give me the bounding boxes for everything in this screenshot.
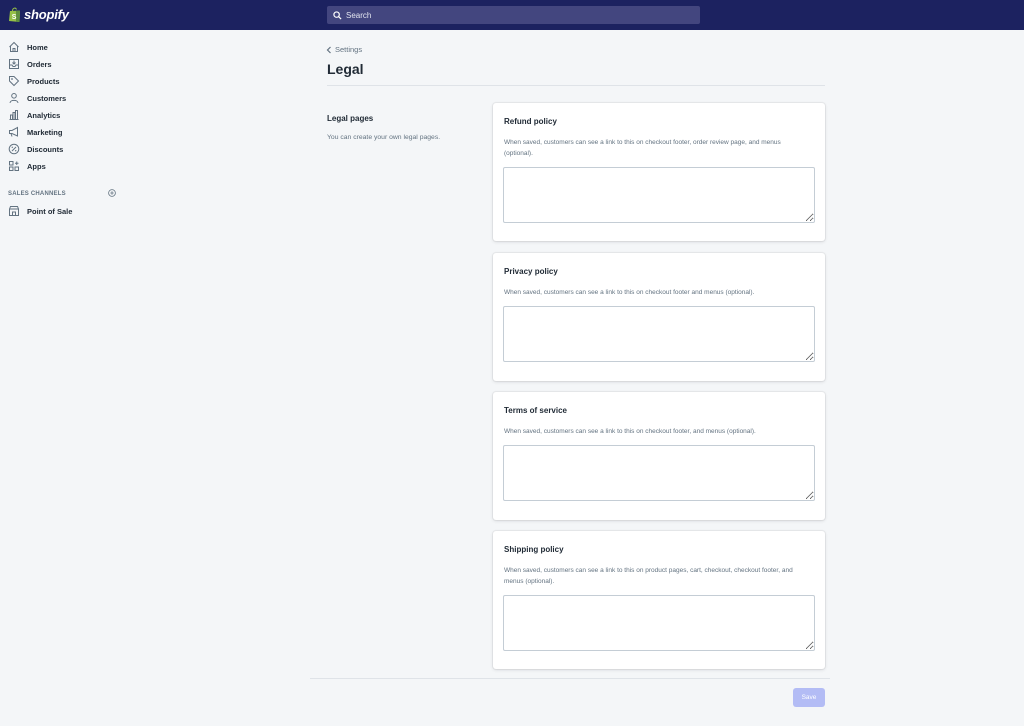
card-title: Shipping policy: [504, 545, 564, 554]
shipping-policy-textarea[interactable]: [503, 595, 815, 651]
sidebar-item-label: Products: [27, 76, 60, 86]
sidebar: Home Orders Products Customers Analytics…: [0, 30, 120, 726]
shipping-policy-card: Shipping policy When saved, customers ca…: [493, 531, 825, 669]
section-description: You can create your own legal pages.: [327, 134, 441, 141]
discount-icon: [8, 143, 20, 155]
orders-icon: [9, 59, 19, 69]
sidebar-item-point-of-sale[interactable]: Point of Sale: [8, 204, 72, 218]
home-icon: [9, 41, 19, 52]
privacy-policy-textarea[interactable]: [503, 306, 815, 362]
sidebar-item-analytics[interactable]: Analytics: [8, 108, 60, 122]
title-divider: [327, 85, 825, 86]
sidebar-item-label: Analytics: [27, 110, 61, 120]
search-input[interactable]: [346, 10, 686, 20]
top-bar: S shopify: [0, 0, 1024, 30]
card-help-text: When saved, customers can see a link to …: [504, 428, 756, 435]
privacy-policy-card: Privacy policy When saved, customers can…: [493, 253, 825, 381]
sidebar-item-orders[interactable]: Orders: [8, 57, 52, 71]
section-heading: Legal pages: [327, 114, 374, 123]
refund-policy-textarea[interactable]: [503, 167, 815, 223]
sidebar-item-marketing[interactable]: Marketing: [8, 125, 62, 139]
chevron-left-icon: [326, 46, 331, 53]
card-title: Privacy policy: [504, 267, 558, 276]
save-button[interactable]: Save: [793, 688, 825, 707]
card-title: Terms of service: [504, 406, 567, 415]
card-help-text: When saved, customers can see a link to …: [504, 567, 793, 585]
sidebar-item-label: Orders: [27, 59, 52, 69]
apps-icon: [9, 161, 19, 171]
terms-of-service-card: Terms of service When saved, customers c…: [493, 392, 825, 520]
sidebar-item-label: Discounts: [27, 144, 64, 154]
megaphone-icon: [9, 126, 18, 137]
svg-text:S: S: [12, 14, 17, 21]
add-sales-channel-icon[interactable]: [108, 189, 116, 197]
sidebar-item-label: Point of Sale: [27, 206, 73, 216]
sidebar-item-label: Home: [27, 42, 48, 52]
sidebar-item-home[interactable]: Home: [8, 40, 48, 54]
person-icon: [9, 93, 19, 104]
search-icon: [333, 10, 342, 20]
search-bar[interactable]: [327, 6, 700, 24]
sidebar-item-customers[interactable]: Customers: [8, 91, 66, 105]
bar-chart-icon: [9, 110, 19, 120]
refund-policy-card: Refund policy When saved, customers can …: [493, 103, 825, 241]
footer-divider: [310, 678, 830, 679]
shopify-bag-icon: S: [9, 7, 20, 22]
breadcrumb-settings-link[interactable]: Settings: [335, 45, 362, 54]
terms-of-service-textarea[interactable]: [503, 445, 815, 501]
sidebar-item-apps[interactable]: Apps: [8, 159, 46, 173]
card-help-text: When saved, customers can see a link to …: [504, 139, 781, 157]
shopify-logo[interactable]: S shopify: [9, 7, 69, 22]
store-icon: [9, 206, 19, 216]
sidebar-item-products[interactable]: Products: [8, 74, 60, 88]
sidebar-item-label: Apps: [27, 161, 46, 171]
sidebar-item-label: Customers: [27, 93, 67, 103]
sales-channels-heading: SALES CHANNELS: [8, 191, 66, 197]
sidebar-item-label: Marketing: [27, 127, 63, 137]
tag-icon: [9, 76, 20, 87]
page-title: Legal: [327, 61, 364, 77]
brand-name: shopify: [24, 7, 69, 22]
sidebar-item-discounts[interactable]: Discounts: [8, 142, 63, 156]
card-title: Refund policy: [504, 117, 557, 126]
card-help-text: When saved, customers can see a link to …: [504, 289, 755, 296]
breadcrumb[interactable]: Settings: [326, 45, 362, 54]
